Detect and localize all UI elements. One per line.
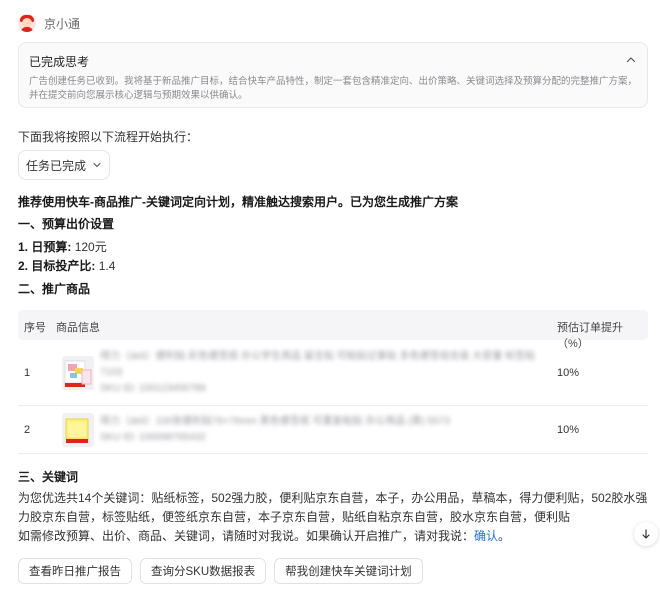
assistant-name: 京小通 bbox=[44, 16, 81, 31]
product-info-blurred: 得力（deli）便利贴 彩色便签纸 办公学生用品 留言贴 可粘贴记事贴 多色便签… bbox=[100, 349, 550, 397]
product-subtitle-blurred: 7103 bbox=[100, 367, 123, 378]
intro-text: 下面我将按照以下流程开始执行： bbox=[18, 130, 199, 144]
recommendation-heading: 推荐使用快车-商品推广-关键词定向计划，精准触达搜索用户。已为您生成推广方案 bbox=[18, 195, 458, 209]
confirm-link[interactable]: 确认 bbox=[474, 529, 498, 543]
header-index: 序号 bbox=[24, 322, 46, 334]
row-order-lift: 10% bbox=[557, 367, 580, 379]
product-thumbnail[interactable] bbox=[62, 356, 94, 390]
products-section-title: 二、推广商品 bbox=[18, 282, 91, 296]
table-header: 序号 商品信息 预估订单提升（%） bbox=[18, 310, 648, 350]
target-roi-line: 2. 目标投产比: 1.4 bbox=[18, 257, 115, 274]
table-row[interactable]: 2 得力（deli）100张便利贴76×76mm 黄色便签纸 可重复粘贴 办公用… bbox=[18, 406, 648, 454]
thinking-title: 已完成思考 bbox=[29, 55, 90, 69]
row-index: 1 bbox=[24, 367, 31, 379]
confirm-text: 如需修改预算、出价、商品、关键词，请随时对我说。如果确认开启推广，请对我说： bbox=[18, 529, 475, 543]
view-yesterday-report-button[interactable]: 查看昨日推广报告 bbox=[18, 558, 132, 584]
chevron-down-icon bbox=[93, 162, 101, 168]
chevron-up-icon[interactable] bbox=[625, 54, 637, 66]
thinking-panel: 已完成思考 广告创建任务已收到。我将基于新品推广目标，结合快车产品特性，制定一套… bbox=[18, 42, 648, 108]
product-thumbnail[interactable] bbox=[62, 413, 94, 447]
keywords-list-text: 为您优选共14个关键词：贴纸标签，502强力胶，便利贴京东自营，本子，办公用品，… bbox=[18, 491, 648, 524]
task-status-label: 任务已完成 bbox=[25, 158, 86, 173]
product-sku-blurred: SKU ID: 100098765432 bbox=[100, 432, 206, 443]
product-sku-blurred: SKU ID: 100123456789 bbox=[100, 383, 206, 394]
scroll-down-button[interactable] bbox=[634, 522, 658, 546]
daily-budget-label: 1. 日预算: bbox=[18, 240, 72, 254]
product-title-blurred: 得力（deli）便利贴 彩色便签纸 办公学生用品 留言贴 可粘贴记事贴 多色便签… bbox=[100, 351, 536, 362]
arrow-down-icon bbox=[642, 529, 650, 539]
target-roi-value: 1.4 bbox=[98, 259, 116, 273]
table-row[interactable]: 1 得力（deli）便利贴 彩色便签纸 办公学生用品 留言贴 可粘贴记事贴 多色… bbox=[18, 340, 648, 406]
header-product-info: 商品信息 bbox=[56, 322, 100, 334]
budget-section-title: 一、预算出价设置 bbox=[18, 217, 115, 231]
confirm-instruction: 如需修改预算、出价、商品、关键词，请随时对我说。如果确认开启推广，请对我说：确认… bbox=[18, 527, 510, 544]
row-order-lift: 10% bbox=[557, 424, 580, 436]
create-keyword-plan-button[interactable]: 帮我创建快车关键词计划 bbox=[274, 558, 423, 584]
thinking-text: 广告创建任务已收到。我将基于新品推广目标，结合快车产品特性，制定一套包含精准定向… bbox=[29, 76, 638, 101]
assistant-header: 京小通 bbox=[18, 12, 80, 34]
keywords-section-title: 三、关键词 bbox=[18, 470, 79, 484]
row-index: 2 bbox=[24, 424, 31, 436]
confirm-end: 。 bbox=[498, 529, 511, 543]
target-roi-label: 2. 目标投产比: bbox=[18, 259, 96, 273]
daily-budget-value: 120元 bbox=[74, 240, 107, 254]
product-info-blurred: 得力（deli）100张便利贴76×76mm 黄色便签纸 可重复粘贴 办公用品 … bbox=[100, 414, 550, 446]
quick-actions: 查看昨日推广报告 查询分SKU数据报表 帮我创建快车关键词计划 bbox=[18, 558, 423, 584]
products-table: 序号 商品信息 预估订单提升（%） 1 得力（deli）便利贴 彩色便签纸 办公… bbox=[18, 310, 648, 454]
product-title-blurred: 得力（deli）100张便利贴76×76mm 黄色便签纸 可重复粘贴 办公用品 … bbox=[100, 416, 450, 427]
query-sku-report-button[interactable]: 查询分SKU数据报表 bbox=[140, 558, 267, 584]
task-status-button[interactable]: 任务已完成 bbox=[18, 150, 110, 180]
assistant-avatar bbox=[18, 14, 36, 32]
daily-budget-line: 1. 日预算: 120元 bbox=[18, 238, 107, 255]
